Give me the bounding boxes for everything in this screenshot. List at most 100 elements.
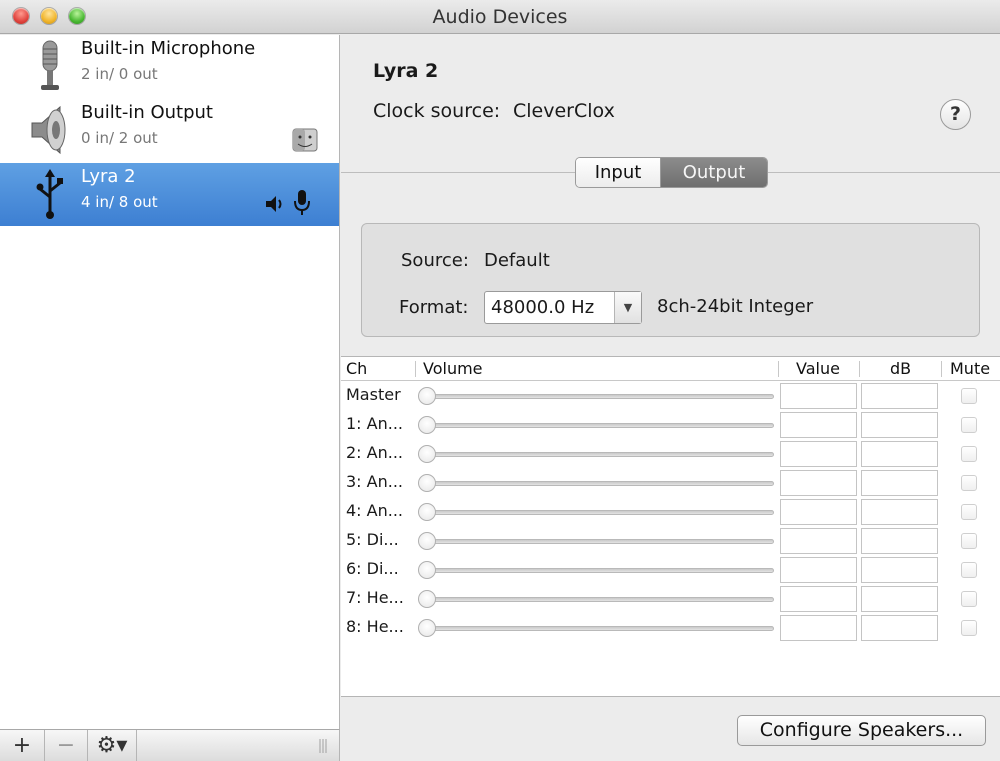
source-label: Source: [401,250,469,271]
channel-name: Master [346,385,401,404]
db-field[interactable] [861,441,938,467]
column-header-mute[interactable]: Mute [950,359,990,378]
volume-slider[interactable] [424,481,774,486]
mute-checkbox[interactable] [961,388,977,404]
channel-row: 2: An... [341,440,1000,469]
mute-checkbox[interactable] [961,475,977,491]
gear-menu-button[interactable]: ⚙▾ [88,730,137,761]
channel-name: 7: He... [346,588,404,607]
format-panel [361,223,980,337]
channel-row: 8: He... [341,614,1000,643]
value-field[interactable] [780,528,857,554]
db-field[interactable] [861,557,938,583]
channel-name: 4: An... [346,501,403,520]
channel-row: 6: Di... [341,556,1000,585]
add-device-button[interactable]: + [0,730,45,761]
format-select-value: 48000.0 Hz [491,297,595,318]
selected-device-title: Lyra 2 [373,60,439,82]
mute-checkbox[interactable] [961,533,977,549]
volume-slider-knob[interactable] [418,416,436,434]
mute-checkbox[interactable] [961,446,977,462]
column-header-volume[interactable]: Volume [423,359,483,378]
column-header-db[interactable]: dB [890,359,911,378]
volume-slider-knob[interactable] [418,532,436,550]
volume-slider[interactable] [424,626,774,631]
value-field[interactable] [780,586,857,612]
value-field[interactable] [780,557,857,583]
usb-icon [36,169,63,219]
format-description: 8ch-24bit Integer [657,296,814,317]
device-name: Lyra 2 [81,166,136,187]
volume-slider[interactable] [424,452,774,457]
device-name: Built-in Microphone [81,38,256,59]
db-field[interactable] [861,499,938,525]
tab-output[interactable]: Output [661,158,767,187]
db-field[interactable] [861,586,938,612]
volume-slider-knob[interactable] [418,445,436,463]
mute-checkbox[interactable] [961,620,977,636]
value-field[interactable] [780,499,857,525]
device-item-built-in-microphone[interactable]: Built-in Microphone 2 in/ 0 out [0,35,339,98]
help-button[interactable]: ? [940,99,971,130]
channel-row: 5: Di... [341,527,1000,556]
channel-name: 1: An... [346,414,403,433]
volume-slider[interactable] [424,539,774,544]
volume-slider-knob[interactable] [418,590,436,608]
device-item-lyra-2[interactable]: Lyra 2 4 in/ 8 out [0,163,339,226]
channel-name: 6: Di... [346,559,399,578]
mute-checkbox[interactable] [961,562,977,578]
clock-source-value: CleverClox [513,100,615,122]
channel-row: 4: An... [341,498,1000,527]
column-header-ch[interactable]: Ch [346,359,367,378]
table-header: Ch Volume Value dB Mute [341,357,1000,381]
channel-volume-table: Ch Volume Value dB Mute Master 1: An... … [341,356,1000,697]
channel-name: 3: An... [346,472,403,491]
default-input-microphone-icon [294,190,310,215]
column-divider [941,361,942,377]
volume-slider-knob[interactable] [418,474,436,492]
device-io-count: 2 in/ 0 out [81,65,158,83]
value-field[interactable] [780,441,857,467]
db-field[interactable] [861,383,938,409]
channel-name: 8: He... [346,617,404,636]
channel-name: 5: Di... [346,530,399,549]
volume-slider-knob[interactable] [418,561,436,579]
channel-name: 2: An... [346,443,403,462]
column-header-value[interactable]: Value [796,359,840,378]
format-select[interactable]: 48000.0 Hz ▼ [484,291,642,324]
db-field[interactable] [861,470,938,496]
value-field[interactable] [780,470,857,496]
volume-slider[interactable] [424,510,774,515]
remove-device-button[interactable]: − [45,730,88,761]
volume-slider[interactable] [424,423,774,428]
channel-row: 1: An... [341,411,1000,440]
configure-speakers-button[interactable]: Configure Speakers... [737,715,986,746]
volume-slider[interactable] [424,394,774,399]
mute-checkbox[interactable] [961,504,977,520]
column-divider [415,361,416,377]
device-list-toolbar: + − ⚙▾ [0,729,340,761]
mute-checkbox[interactable] [961,591,977,607]
title-bar: Audio Devices [0,0,1000,34]
volume-slider[interactable] [424,568,774,573]
volume-slider-knob[interactable] [418,619,436,637]
volume-slider[interactable] [424,597,774,602]
db-field[interactable] [861,615,938,641]
window-title: Audio Devices [432,6,568,28]
volume-slider-knob[interactable] [418,503,436,521]
db-field[interactable] [861,412,938,438]
default-output-speaker-icon [266,196,282,212]
chevron-down-icon[interactable]: ▼ [614,292,641,323]
mute-checkbox[interactable] [961,417,977,433]
db-field[interactable] [861,528,938,554]
value-field[interactable] [780,383,857,409]
default-system-output-icon [292,128,318,152]
channel-row: 3: An... [341,469,1000,498]
value-field[interactable] [780,412,857,438]
resize-grip-icon[interactable] [318,738,328,754]
format-label: Format: [399,297,469,318]
device-item-built-in-output[interactable]: Built-in Output 0 in/ 2 out [0,99,339,162]
value-field[interactable] [780,615,857,641]
tab-input[interactable]: Input [576,158,661,187]
volume-slider-knob[interactable] [418,387,436,405]
